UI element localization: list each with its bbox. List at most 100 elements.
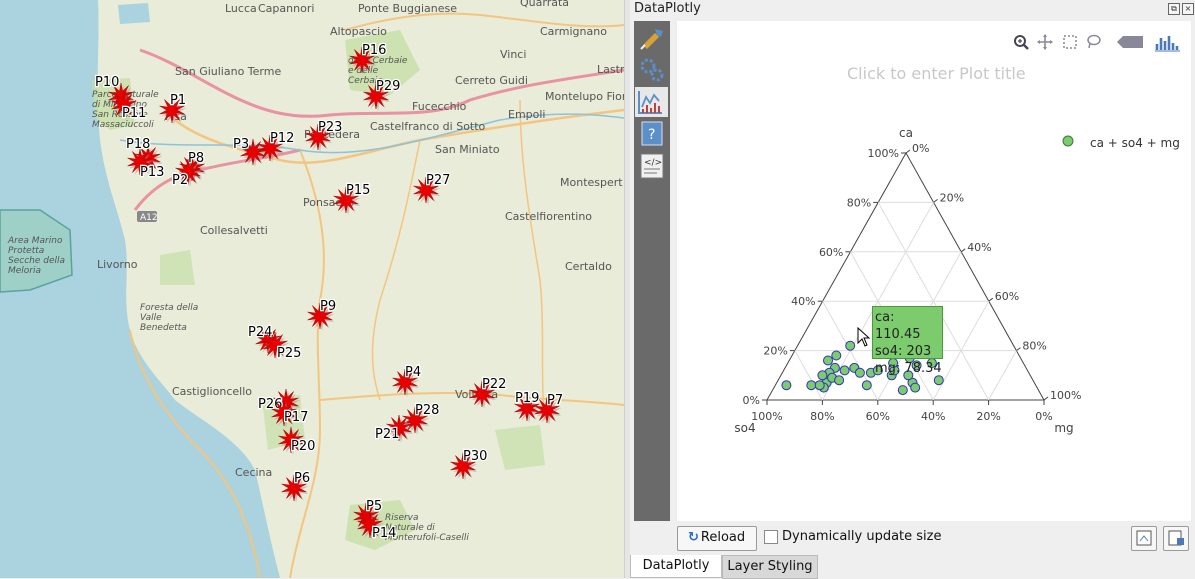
tick-label-ca: 0% xyxy=(743,394,760,407)
town-label: Cerreto Guidi xyxy=(455,74,528,87)
tick-label-mg: 0% xyxy=(912,142,929,155)
road xyxy=(519,99,546,421)
point-label: P30 xyxy=(463,449,487,464)
town-label: Lucca xyxy=(225,2,257,15)
ternary-chart: 0% 0% 0% 20% 20% 20% 40% 40% 40% 60% 60% 60% 80% 80% 8… xyxy=(734,126,1081,435)
point-label: P28 xyxy=(415,403,439,418)
close-icon[interactable]: × xyxy=(1182,3,1194,15)
data-point[interactable] xyxy=(861,380,872,391)
road-shield-label: A12 xyxy=(140,213,158,223)
point-label: P18 xyxy=(126,137,150,152)
town-label: Castiglioncello xyxy=(172,385,252,398)
point-label: P3 xyxy=(233,137,249,152)
road xyxy=(371,139,421,401)
legend-marker[interactable] xyxy=(1061,134,1075,148)
tick-mark xyxy=(1016,347,1021,352)
town-label: Carmignano xyxy=(540,25,607,38)
tick-label-so4: 20% xyxy=(976,410,1000,423)
hover-so4: so4: 203 xyxy=(875,344,932,359)
data-point[interactable] xyxy=(839,365,850,376)
point-label: P22 xyxy=(482,377,506,392)
tab-layer-styling[interactable]: Layer Styling xyxy=(722,555,818,579)
tick-label-so4: 60% xyxy=(866,410,890,423)
lake xyxy=(118,3,150,24)
tab-dataplotly[interactable]: DataPlotly xyxy=(630,555,722,578)
data-point[interactable] xyxy=(806,380,817,391)
sea xyxy=(0,0,280,578)
data-point[interactable] xyxy=(834,375,845,386)
tick-label-so4: 80% xyxy=(810,410,834,423)
tick-label-so4: 0% xyxy=(1035,410,1052,423)
point-label: P11 xyxy=(122,106,146,121)
data-point[interactable] xyxy=(814,380,825,391)
reload-label: Reload xyxy=(700,530,746,545)
town-label: Collesalvetti xyxy=(200,224,268,237)
axis-title-mg: mg xyxy=(1054,421,1073,435)
town-label: San Miniato xyxy=(435,143,500,156)
float-icon[interactable]: ⧉ xyxy=(1168,3,1180,15)
point-label: P25 xyxy=(277,346,301,361)
plot-area[interactable]: Click to enter Plot title 0% 0% 0% 20% 20% 20… xyxy=(677,21,1191,521)
legend-label[interactable]: ca + so4 + mg xyxy=(1090,136,1180,150)
plot-line-icon[interactable] xyxy=(635,87,668,117)
export-image-button[interactable] xyxy=(1131,526,1157,551)
point-label: P27 xyxy=(426,173,450,188)
data-point[interactable] xyxy=(897,385,908,396)
hover-tooltip: ca: 110.45 so4: 203 mg: 78.34 xyxy=(872,306,943,376)
export-html-icon xyxy=(1168,530,1184,546)
data-point[interactable] xyxy=(854,367,865,378)
dynamic-size-checkbox[interactable] xyxy=(764,530,778,544)
dynamic-size-label[interactable]: Dynamically update size xyxy=(782,529,942,544)
tick-mark xyxy=(960,248,966,253)
point-label: P12 xyxy=(270,131,294,146)
town-label: Vinci xyxy=(500,48,526,61)
data-point[interactable] xyxy=(910,382,921,393)
map-canvas[interactable]: A12 Lucca Capannori Ponte Buggianese Quarra… xyxy=(0,0,624,578)
data-point[interactable] xyxy=(823,355,833,366)
town-label: Certaldo xyxy=(565,260,612,273)
point-label: P10 xyxy=(95,75,119,90)
dataplotly-dock: DataPlotly ⧉ × ? </> Click to enter Plot… xyxy=(630,0,1195,579)
data-point[interactable] xyxy=(831,350,842,361)
town-label: Empoli xyxy=(508,108,546,121)
reload-button[interactable]: ↻ Reload xyxy=(677,526,757,551)
tick-label-mg: 20% xyxy=(940,191,964,204)
point-label: P6 xyxy=(294,471,310,486)
tick-mark xyxy=(1043,396,1049,401)
data-point[interactable] xyxy=(817,370,828,381)
point-label: P14 xyxy=(372,526,396,541)
tick-label-so4: 100% xyxy=(751,410,782,423)
export-html-button[interactable] xyxy=(1163,526,1189,551)
point-label: P16 xyxy=(362,43,386,58)
data-point[interactable] xyxy=(933,375,944,386)
data-point[interactable] xyxy=(781,380,792,391)
tick-label-mg: 100% xyxy=(1050,389,1081,402)
settings-gears-icon[interactable] xyxy=(637,55,667,85)
tick-mark xyxy=(933,198,938,203)
brush-icon[interactable] xyxy=(637,23,667,53)
axis-title-so4: so4 xyxy=(734,421,755,435)
tick-label-so4: 40% xyxy=(921,410,945,423)
export-image-icon xyxy=(1136,530,1152,546)
town-label: Ponte Buggianese xyxy=(358,2,457,15)
tick-label-mg: 40% xyxy=(967,241,991,254)
hover-ca: ca: 110.45 xyxy=(875,310,921,342)
data-point[interactable] xyxy=(845,340,856,351)
tick-label-mg: 80% xyxy=(1022,340,1046,353)
point-label: P23 xyxy=(318,120,342,135)
town-label: Quarrata xyxy=(520,0,569,9)
svg-text:?: ? xyxy=(648,127,655,143)
dock-title: DataPlotly xyxy=(634,1,701,16)
town-label: Lastra xyxy=(597,63,624,76)
dataplotly-sidebar: ? </> xyxy=(634,21,670,521)
point-label: P19 xyxy=(515,391,539,406)
tick-label-ca: 80% xyxy=(847,196,871,209)
park xyxy=(495,425,545,470)
point-label: P2 xyxy=(172,173,188,188)
tick-label-mg: 60% xyxy=(995,290,1019,303)
point-label: P1 xyxy=(170,93,186,108)
road xyxy=(289,149,325,578)
help-icon[interactable]: ? xyxy=(637,119,667,149)
point-label: P20 xyxy=(291,439,315,454)
code-icon[interactable]: </> xyxy=(637,151,667,181)
